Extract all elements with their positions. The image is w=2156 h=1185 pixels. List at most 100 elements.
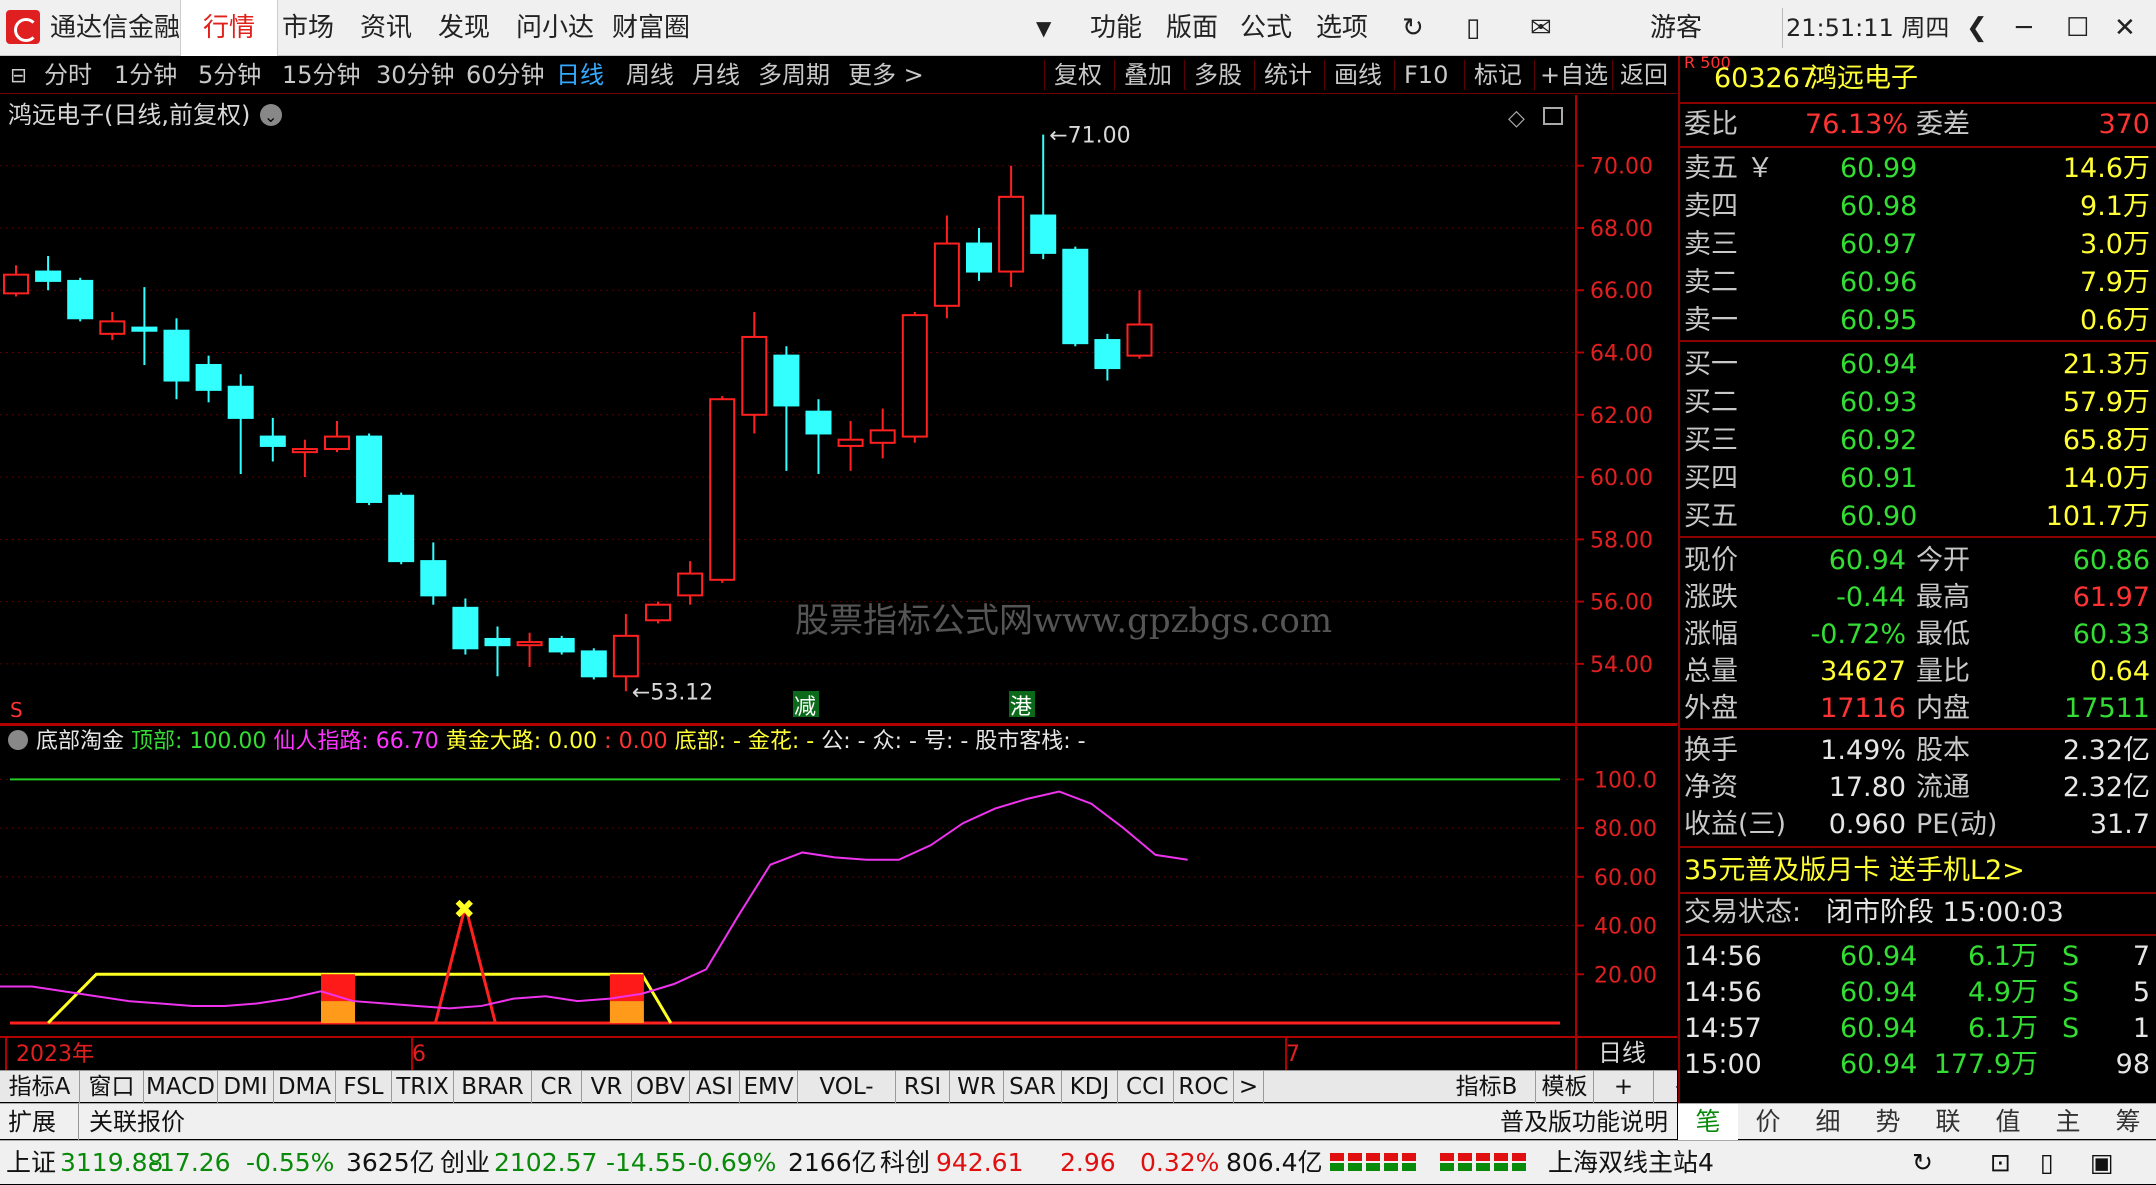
tool-mark[interactable]: 标记 [1474,56,1522,94]
tick-row[interactable]: 15:00 60.94 177.9万 98 [1680,1046,2156,1084]
nav-tab-wealth[interactable]: 财富圈 [590,0,712,56]
indicator-tab-fsl[interactable]: FSL [336,1071,392,1103]
candle[interactable] [741,312,768,434]
indicator-tab-[interactable]: 窗口 [80,1071,144,1103]
candle[interactable] [516,632,543,667]
quote-tab-1[interactable]: 价 [1738,1104,1798,1140]
candle[interactable] [227,374,254,474]
ext-tab-related[interactable]: 关联报价 [78,1104,185,1140]
tool-overlay[interactable]: 叠加 [1124,56,1172,94]
indicator-tab-sar[interactable]: SAR [1004,1071,1062,1103]
tool-multistock[interactable]: 多股 [1194,56,1242,94]
candle[interactable] [933,215,960,319]
ext-help-link[interactable]: 普及版功能说明 [1500,1104,1668,1140]
period-5min[interactable]: 5分钟 [198,56,261,94]
tool-stats[interactable]: 统计 [1264,56,1312,94]
quote-tab-4[interactable]: 联 [1918,1104,1978,1140]
candle[interactable] [805,399,832,474]
candle[interactable] [1062,246,1089,347]
refresh-icon[interactable]: ↻ [1402,0,1424,56]
ask-row[interactable]: 卖三 60.97 3.0万 [1680,226,2156,264]
indicator-tab-[interactable]: > [1234,1071,1264,1103]
ask-row[interactable]: 卖二 60.96 7.9万 [1680,264,2156,302]
candle[interactable] [1030,134,1057,260]
ext-tab-expand[interactable]: 扩展 [8,1104,56,1140]
tool-back[interactable]: 返回 [1620,56,1668,94]
indicator-tab-emv[interactable]: EMV [740,1071,798,1103]
indicator-tab-roc[interactable]: ROC [1174,1071,1234,1103]
period-15min[interactable]: 15分钟 [282,56,361,94]
candle[interactable] [452,598,479,655]
back-arrow-icon[interactable]: ❮ [1966,0,1988,56]
indicator-chart[interactable]: ✖ 100.0 80.00 60.00 40.00 20.00 底部淘金 顶部: 100… [0,725,1677,1070]
period-60min[interactable]: 60分钟 [466,56,545,94]
indicator-settings-icon[interactable] [8,730,28,750]
candle[interactable] [163,318,190,400]
lock-icon[interactable]: ⊡ [1990,1141,2011,1185]
menu-options[interactable]: 选项 [1316,0,1368,56]
indicator-tab-cci[interactable]: CCI [1118,1071,1174,1103]
candle[interactable] [388,492,415,565]
indicator-tab-a[interactable]: 指标A [0,1071,80,1103]
minimize-icon[interactable]: ─ [2016,0,2032,56]
candle[interactable] [131,287,158,365]
candle[interactable] [67,277,94,322]
s-marker[interactable]: S [10,698,23,722]
kc-index-value[interactable]: 942.61 [936,1141,1023,1185]
menu-function[interactable]: 功能 [1090,0,1142,56]
quote-tab-2[interactable]: 细 [1798,1104,1858,1140]
cy-index-value[interactable]: 2102.57 [494,1141,597,1185]
layout-icon[interactable]: ⊟ [10,56,27,94]
bottom-signal-bar[interactable] [321,974,355,1023]
user-label[interactable]: 游客 [1650,0,1702,56]
server-name[interactable]: 上海双线主站4 [1548,1141,1714,1185]
period-more[interactable]: 更多 > [848,56,924,94]
candle[interactable] [259,417,286,462]
period-weekly[interactable]: 周线 [626,56,674,94]
candle[interactable] [291,439,318,478]
tick-row[interactable]: 14:57 60.94 6.1万 S 1 [1680,1010,2156,1048]
indicator-tab-voltdx[interactable]: VOL-TDX [798,1071,896,1132]
indicator-tab-[interactable]: 模板 [1536,1071,1594,1103]
quote-tab-5[interactable]: 值 [1978,1104,2038,1140]
period-30min[interactable]: 30分钟 [376,56,455,94]
candle[interactable] [580,648,607,680]
bid-row[interactable]: 买三 60.92 65.8万 [1680,422,2156,460]
indicator-tab-trix[interactable]: TRIX [392,1071,454,1103]
tick-row[interactable]: 14:56 60.94 4.9万 S 5 [1680,974,2156,1012]
candle[interactable] [998,165,1025,288]
ask-row[interactable]: 卖四 60.98 9.1万 [1680,188,2156,226]
tool-draw[interactable]: 画线 [1334,56,1382,94]
quote-tab-7[interactable]: 筹 [2098,1104,2156,1140]
menu-formula[interactable]: 公式 [1240,0,1292,56]
dropdown-arrow-icon[interactable]: ▼ [1036,0,1051,56]
indicator-tab-obv[interactable]: OBV [632,1071,690,1103]
period-1min[interactable]: 1分钟 [114,56,177,94]
candle[interactable] [548,635,575,655]
tick-row[interactable]: 14:56 60.94 6.1万 S 7 [1680,938,2156,976]
candle[interactable] [484,626,511,677]
candle[interactable] [709,396,736,583]
candle[interactable] [677,561,704,605]
candle[interactable] [356,433,383,506]
indicator-tab-[interactable]: + [1594,1071,1654,1103]
tool-add-watchlist[interactable]: +自选 [1540,56,1608,94]
candle[interactable] [3,265,29,297]
indicator-tab-rsi[interactable]: RSI [896,1071,950,1103]
tool-fuquan[interactable]: 复权 [1054,56,1102,94]
sh-index-value[interactable]: 3119.88 [60,1141,163,1185]
menu-layout[interactable]: 版面 [1166,0,1218,56]
candle[interactable] [645,601,671,624]
candle[interactable] [773,346,800,471]
indicator-tab-wr[interactable]: WR [950,1071,1004,1103]
close-icon[interactable]: ✕ [2114,0,2136,56]
indicator-tab-b[interactable]: 指标B [1438,1071,1536,1103]
indicator-tab-cr[interactable]: CR [532,1071,582,1103]
mail-icon[interactable]: ✉ [1530,0,1552,56]
ask-row[interactable]: 卖一 60.95 0.6万 [1680,302,2156,340]
indicator-tab-brar[interactable]: BRAR [454,1071,532,1103]
indicator-tab-kdj[interactable]: KDJ [1062,1071,1118,1103]
candle[interactable] [99,312,126,341]
quote-tab-3[interactable]: 势 [1858,1104,1918,1140]
bid-row[interactable]: 买四 60.91 14.0万 [1680,460,2156,498]
